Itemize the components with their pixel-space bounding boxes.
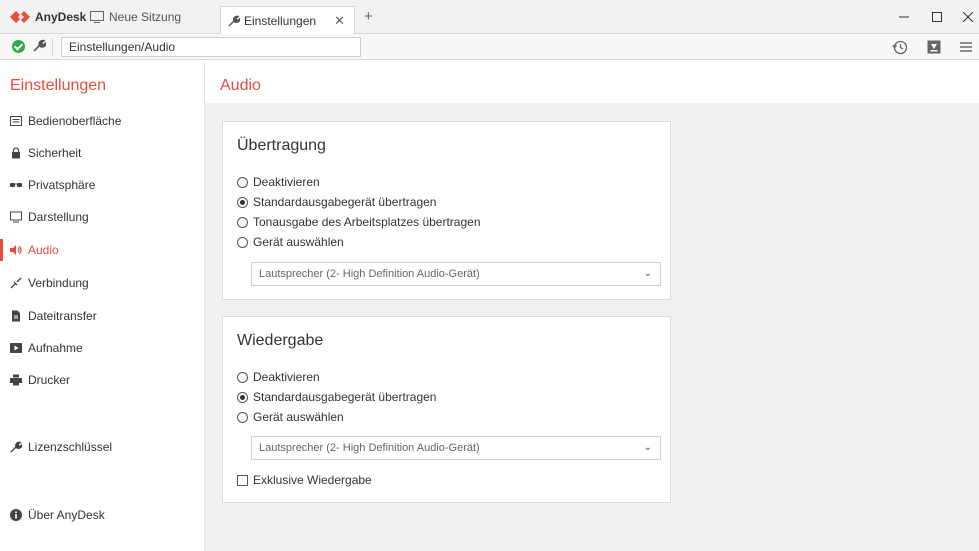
sidebar-item-aufnahme[interactable]: Aufnahme <box>0 337 205 359</box>
radio-label: Tonausgabe des Arbeitsplatzes übertragen <box>253 215 481 229</box>
speaker-icon <box>10 245 22 255</box>
radio-deaktivieren[interactable]: Deaktivieren <box>237 369 320 385</box>
radio-label: Deaktivieren <box>253 175 320 189</box>
radio-button-selected[interactable] <box>237 391 248 403</box>
sidebar-item-verbindung[interactable]: Verbindung <box>0 272 205 294</box>
tab-neue-sitzung[interactable]: Neue Sitzung <box>90 9 181 25</box>
sidebar-item-dateitransfer[interactable]: Dateitransfer <box>0 305 205 327</box>
download-icon[interactable] <box>926 39 942 55</box>
sidebar-item-label: Sicherheit <box>28 146 82 160</box>
sidebar-item-label: Bedienoberfläche <box>28 114 122 128</box>
monitor-icon <box>90 11 104 23</box>
radio-tonausgabe-arbeitsplatz[interactable]: Tonausgabe des Arbeitsplatzes übertragen <box>237 214 481 230</box>
connection-icon <box>10 277 22 289</box>
radio-geraet-auswaehlen[interactable]: Gerät auswählen <box>237 409 344 425</box>
monitor-icon <box>10 211 22 223</box>
file-icon <box>12 310 20 322</box>
close-tab-icon[interactable]: ✕ <box>334 13 345 29</box>
radio-standardausgabegeraet[interactable]: Standardausgabegerät übertragen <box>237 389 436 405</box>
minimize-button[interactable] <box>896 9 912 25</box>
panel-title: Wiedergabe <box>237 332 324 349</box>
minimize-icon <box>899 16 909 18</box>
transmission-device-select[interactable]: Lautsprecher (2- High Definition Audio-G… <box>251 262 661 286</box>
history-icon[interactable] <box>892 39 908 55</box>
printer-icon <box>10 374 22 386</box>
select-value: Lautsprecher (2- High Definition Audio-G… <box>259 442 480 454</box>
connection-status-ok-icon <box>12 40 25 53</box>
sidebar-item-label: Dateitransfer <box>28 309 97 323</box>
page-title: Audio <box>220 77 261 94</box>
wrench-icon <box>33 39 46 52</box>
radio-button-selected[interactable] <box>237 196 248 208</box>
sidebar-item-lizenzschluessel[interactable]: Lizenzschlüssel <box>0 436 205 458</box>
sidebar: Einstellungen Bedienoberfläche Sicherhei… <box>0 61 205 551</box>
main-header: Audio <box>205 61 979 103</box>
sidebar-item-label: Verbindung <box>28 276 89 290</box>
radio-button[interactable] <box>237 216 248 228</box>
anydesk-logo-icon <box>10 11 30 23</box>
radio-label: Gerät auswählen <box>253 235 344 249</box>
transmission-panel: Übertragung Deaktivieren Standardausgabe… <box>222 121 671 300</box>
radio-button[interactable] <box>237 236 248 248</box>
sidebar-item-drucker[interactable]: Drucker <box>0 369 205 391</box>
sidebar-item-label: Über AnyDesk <box>28 508 105 522</box>
brand-name: AnyDesk <box>35 10 87 24</box>
tab-einstellungen[interactable]: Einstellungen ✕ <box>220 6 355 34</box>
close-icon <box>963 12 973 22</box>
sidebar-item-label: Lizenzschlüssel <box>28 440 113 454</box>
address-input[interactable]: Einstellungen/Audio <box>61 37 361 57</box>
sidebar-item-ueber-anydesk[interactable]: Über AnyDesk <box>0 504 205 526</box>
radio-button[interactable] <box>237 176 248 188</box>
playback-device-select[interactable]: Lautsprecher (2- High Definition Audio-G… <box>251 436 661 460</box>
maximize-button[interactable] <box>929 9 945 25</box>
divider <box>52 38 53 56</box>
sidebar-item-label: Drucker <box>28 373 71 387</box>
key-icon <box>10 441 22 453</box>
panel-title: Übertragung <box>237 137 326 154</box>
privacy-glasses-icon <box>10 183 22 187</box>
user-interface-icon <box>10 116 22 126</box>
checkbox-label: Exklusive Wiedergabe <box>253 473 372 487</box>
radio-geraet-auswaehlen[interactable]: Gerät auswählen <box>237 234 344 250</box>
playback-panel: Wiedergabe Deaktivieren Standardausgabeg… <box>222 316 671 503</box>
chevron-down-icon: ⌄ <box>643 268 652 279</box>
radio-label: Deaktivieren <box>253 370 320 384</box>
radio-label: Standardausgabegerät übertragen <box>253 390 437 404</box>
info-icon <box>10 509 22 521</box>
sidebar-item-label: Aufnahme <box>28 341 83 355</box>
lock-icon <box>12 147 20 159</box>
select-value: Lautsprecher (2- High Definition Audio-G… <box>259 268 480 280</box>
chevron-down-icon: ⌄ <box>643 442 652 453</box>
maximize-icon <box>932 12 942 22</box>
wrench-icon <box>228 15 240 27</box>
sidebar-item-privatsphaere[interactable]: Privatsphäre <box>0 174 205 196</box>
recording-icon <box>10 343 22 353</box>
address-bar: Einstellungen/Audio <box>0 34 979 60</box>
sidebar-item-label: Darstellung <box>28 210 89 224</box>
tab-label: Neue Sitzung <box>109 10 182 24</box>
title-bar: AnyDesk Neue Sitzung Einstellungen ✕ + <box>0 0 979 34</box>
anydesk-logo[interactable]: AnyDesk <box>10 9 86 25</box>
menu-icon[interactable] <box>958 39 974 55</box>
new-tab-button[interactable]: + <box>364 8 373 25</box>
radio-label: Standardausgabegerät übertragen <box>253 195 437 209</box>
close-window-button[interactable] <box>960 9 976 25</box>
radio-deaktivieren[interactable]: Deaktivieren <box>237 174 320 190</box>
radio-button[interactable] <box>237 411 248 423</box>
sidebar-item-bedienoberflaeche[interactable]: Bedienoberfläche <box>0 110 205 132</box>
radio-standardausgabegeraet[interactable]: Standardausgabegerät übertragen <box>237 194 436 210</box>
sidebar-item-darstellung[interactable]: Darstellung <box>0 206 205 228</box>
radio-label: Gerät auswählen <box>253 410 344 424</box>
sidebar-item-sicherheit[interactable]: Sicherheit <box>0 142 205 164</box>
sidebar-item-label: Privatsphäre <box>28 178 96 192</box>
sidebar-item-label: Audio <box>28 243 59 257</box>
sidebar-item-audio[interactable]: Audio <box>0 239 205 261</box>
exclusive-playback-checkbox[interactable]: Exklusive Wiedergabe <box>237 472 372 488</box>
checkbox[interactable] <box>237 474 248 486</box>
sidebar-title: Einstellungen <box>10 77 107 94</box>
radio-button[interactable] <box>237 371 248 383</box>
tab-label: Einstellungen <box>244 13 317 28</box>
main-content: Audio Übertragung Deaktivieren Standarda… <box>205 61 979 551</box>
